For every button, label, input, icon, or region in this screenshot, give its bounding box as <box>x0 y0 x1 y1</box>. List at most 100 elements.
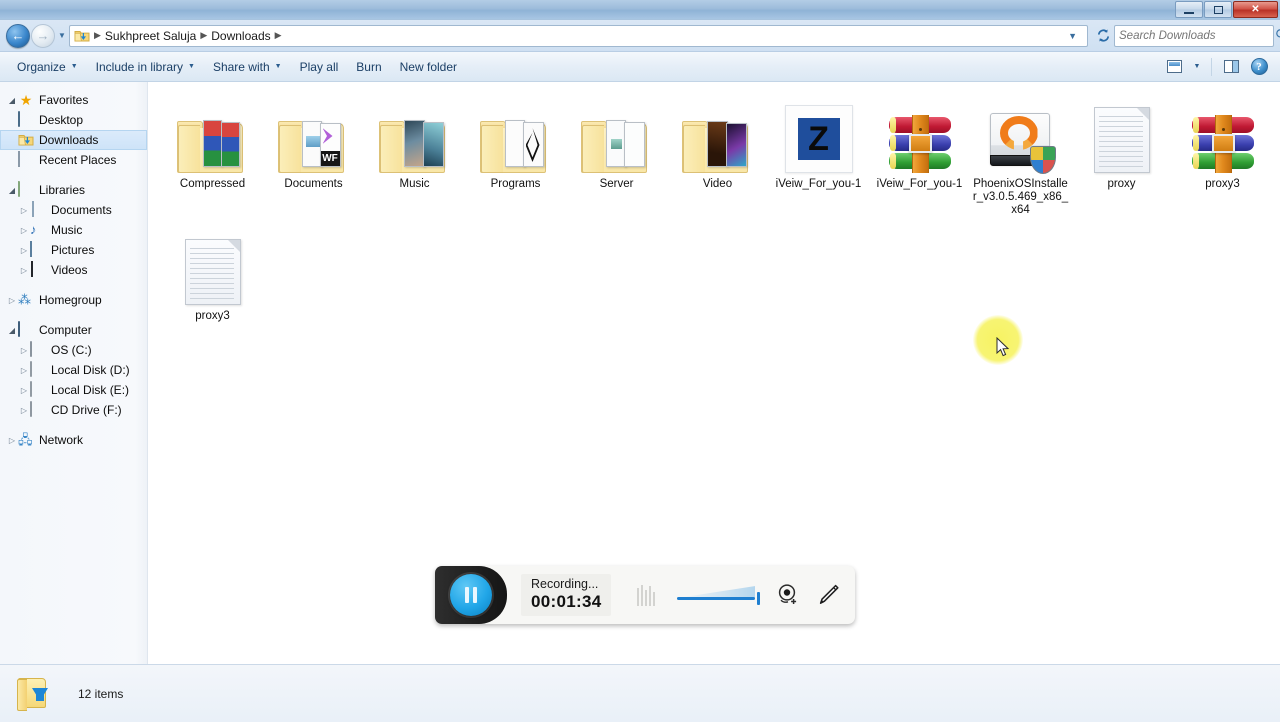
breadcrumb-separator[interactable]: ▶ <box>274 30 283 41</box>
pause-button[interactable] <box>450 574 492 616</box>
sidebar-item-network[interactable]: ▷ 🖧 Network <box>0 430 147 450</box>
new-folder-button[interactable]: New folder <box>391 56 466 78</box>
file-item[interactable]: Video <box>667 96 768 224</box>
close-button[interactable]: ✕ <box>1233 1 1278 18</box>
twisty-closed-icon[interactable]: ▷ <box>6 296 18 305</box>
breadcrumb-item-downloads[interactable]: Downloads <box>208 28 273 44</box>
sidebar-item-os-c[interactable]: ▷ OS (C:) <box>0 340 147 360</box>
preview-pane-button[interactable] <box>1218 56 1244 78</box>
twisty-closed-icon[interactable]: ▷ <box>18 226 30 235</box>
downloads-folder-icon <box>18 132 34 148</box>
twisty-closed-icon[interactable]: ▷ <box>18 386 30 395</box>
file-item[interactable]: proxy <box>1071 96 1172 224</box>
recording-status-panel: Recording... 00:01:34 <box>521 574 612 616</box>
file-name: iVeiw_For_you-1 <box>876 178 963 190</box>
volume-knob[interactable] <box>757 592 761 605</box>
recent-pages-dropdown-icon[interactable]: ▼ <box>55 31 69 40</box>
sidebar-item-local-disk-e[interactable]: ▷ Local Disk (E:) <box>0 380 147 400</box>
sidebar-item-favorites[interactable]: ◢ ★ Favorites <box>0 90 147 110</box>
twisty-closed-icon[interactable]: ▷ <box>18 366 30 375</box>
winrar-archive-icon <box>882 101 958 173</box>
screen-recorder-toolbar[interactable]: Recording... 00:01:34 <box>435 566 855 624</box>
sidebar-item-videos[interactable]: ▷ Videos <box>0 260 147 280</box>
file-item[interactable]: proxy3 <box>162 228 263 330</box>
organize-button[interactable]: Organize ▼ <box>8 56 87 78</box>
file-item[interactable]: WF Documents <box>263 96 364 224</box>
change-view-icon <box>1166 60 1182 73</box>
text-document-icon <box>175 233 251 305</box>
twisty-open-icon[interactable]: ◢ <box>6 326 18 335</box>
play-all-button[interactable]: Play all <box>291 56 348 78</box>
file-name: proxy3 <box>195 310 230 322</box>
change-view-button[interactable] <box>1161 56 1187 78</box>
chevron-down-icon: ▼ <box>1193 63 1201 70</box>
search-box[interactable] <box>1114 24 1280 47</box>
twisty-closed-icon[interactable]: ▷ <box>18 246 30 255</box>
file-item[interactable]: PhoenixOSInstaller_v3.0.5.469_x86_x64 <box>970 96 1071 224</box>
sidebar-item-music[interactable]: ▷ ♪ Music <box>0 220 147 240</box>
help-icon: ? <box>1250 58 1268 75</box>
folder-icon <box>479 115 552 173</box>
breadcrumb-separator[interactable]: ▶ <box>93 30 102 41</box>
volume-slider[interactable] <box>677 584 761 606</box>
forward-button[interactable]: → <box>31 23 55 48</box>
file-item[interactable]: Music <box>364 96 465 224</box>
breadcrumb-separator[interactable]: ▶ <box>199 30 208 41</box>
sidebar-item-recent-places[interactable]: Recent Places <box>0 150 147 170</box>
folder-icon <box>681 115 754 173</box>
breadcrumb-item-user[interactable]: Sukhpreet Saluja <box>102 28 199 44</box>
refresh-button[interactable] <box>1092 25 1114 47</box>
sidebar-item-libraries[interactable]: ◢ Libraries <box>0 180 147 200</box>
twisty-closed-icon[interactable]: ▷ <box>18 266 30 275</box>
search-input[interactable] <box>1119 29 1275 42</box>
sidebar-item-documents[interactable]: ▷ Documents <box>0 200 147 220</box>
sidebar-item-cd-drive-f[interactable]: ▷ CD Drive (F:) <box>0 400 147 420</box>
include-in-library-button[interactable]: Include in library ▼ <box>87 56 204 78</box>
sidebar-item-desktop[interactable]: Desktop <box>0 110 147 130</box>
twisty-closed-icon[interactable]: ▷ <box>18 206 30 215</box>
audio-level-meter-icon <box>637 584 656 606</box>
file-item[interactable]: iVeiw_For_you-1 <box>869 96 970 224</box>
nav-group-libraries: ◢ Libraries ▷ Documents ▷ ♪ Music ▷ Pict… <box>0 180 147 280</box>
help-button[interactable]: ? <box>1246 56 1272 78</box>
new-folder-label: New folder <box>399 59 457 74</box>
minimize-button[interactable] <box>1175 1 1203 18</box>
file-item[interactable]: Z iVeiw_For_you-1 <box>768 96 869 224</box>
webcam-icon[interactable] <box>775 582 801 608</box>
file-item[interactable]: Compressed <box>162 96 263 224</box>
nav-group-homegroup: ▷ ⁂ Homegroup <box>0 290 147 310</box>
share-with-button[interactable]: Share with ▼ <box>204 56 291 78</box>
file-item[interactable]: proxy3 <box>1172 96 1273 224</box>
hard-drive-icon <box>30 361 46 378</box>
include-in-library-label: Include in library <box>95 59 184 74</box>
chevron-down-icon: ▼ <box>188 63 195 70</box>
sidebar-item-homegroup[interactable]: ▷ ⁂ Homegroup <box>0 290 147 310</box>
breadcrumb[interactable]: ▶ Sukhpreet Saluja ▶ Downloads ▶ ▼ <box>69 24 1088 47</box>
music-note-icon: ♪ <box>30 222 37 237</box>
twisty-closed-icon[interactable]: ▷ <box>18 406 30 415</box>
sidebar-item-local-disk-d[interactable]: ▷ Local Disk (D:) <box>0 360 147 380</box>
view-options-dropdown[interactable]: ▼ <box>1189 56 1205 78</box>
file-item[interactable]: Server <box>566 96 667 224</box>
sidebar-label-local-disk-d: Local Disk (D:) <box>51 363 130 377</box>
back-button[interactable]: ← <box>6 23 30 48</box>
preview-pane-icon <box>1223 60 1239 73</box>
maximize-button[interactable] <box>1204 1 1232 18</box>
pencil-icon[interactable] <box>815 582 841 608</box>
file-item[interactable]: Programs <box>465 96 566 224</box>
status-bar: 12 items <box>0 664 1280 722</box>
previous-locations-dropdown-icon[interactable]: ▼ <box>1062 31 1083 41</box>
sidebar-item-computer[interactable]: ◢ Computer <box>0 320 147 340</box>
z-icon: Z <box>784 105 853 173</box>
twisty-open-icon[interactable]: ◢ <box>6 186 18 195</box>
twisty-closed-icon[interactable]: ▷ <box>6 436 18 445</box>
item-count-label: 12 items <box>78 686 124 701</box>
homegroup-icon: ⁂ <box>18 292 31 307</box>
sidebar-item-downloads[interactable]: Downloads <box>0 130 147 150</box>
file-name: Video <box>702 178 733 190</box>
twisty-open-icon[interactable]: ◢ <box>6 96 18 105</box>
sidebar-item-pictures[interactable]: ▷ Pictures <box>0 240 147 260</box>
twisty-closed-icon[interactable]: ▷ <box>18 346 30 355</box>
os-drive-icon <box>30 341 46 358</box>
burn-button[interactable]: Burn <box>347 56 390 78</box>
